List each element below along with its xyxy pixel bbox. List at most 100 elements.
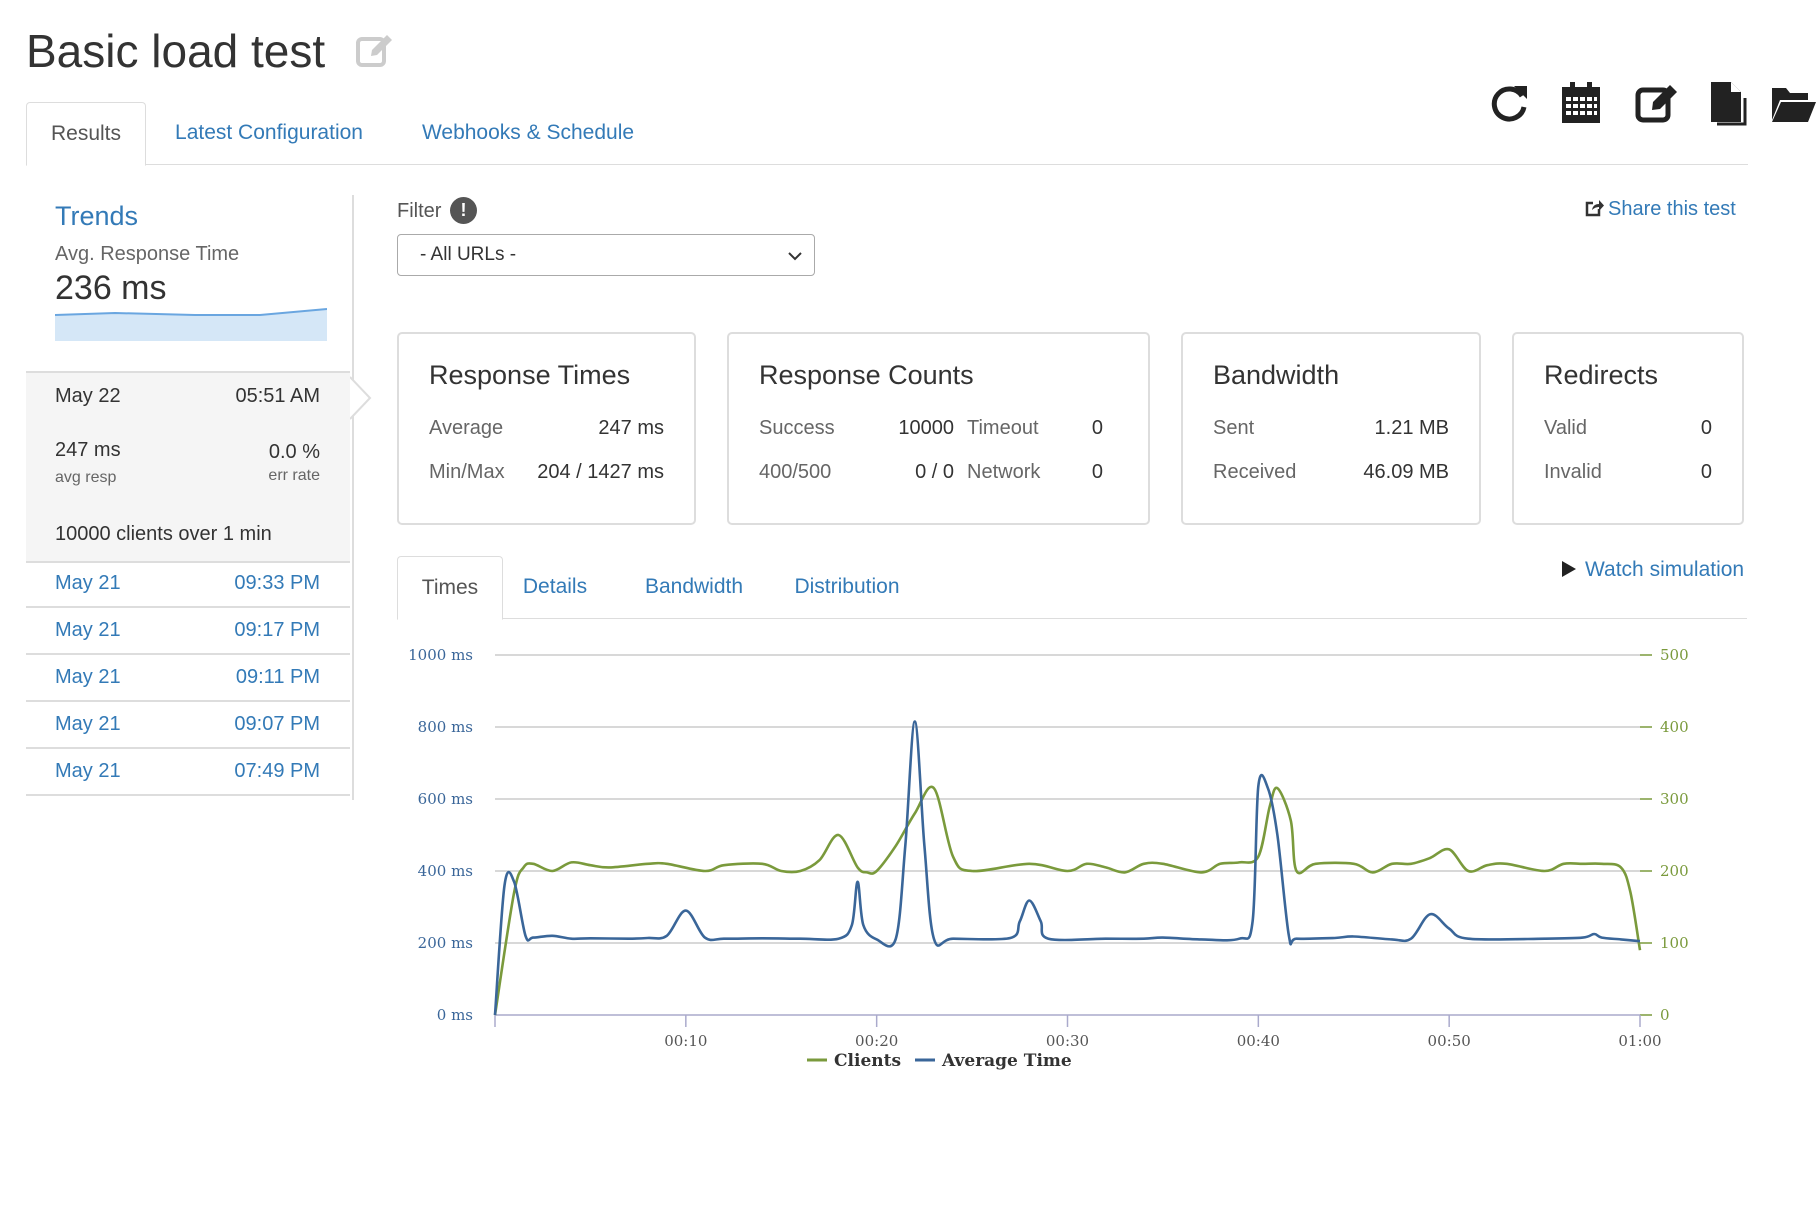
watch-simulation-link[interactable]: Watch simulation xyxy=(1561,558,1744,582)
run-time: 09:33 PM xyxy=(234,572,320,594)
share-test-label: Share this test xyxy=(1608,198,1736,220)
run-date: May 21 xyxy=(55,760,121,782)
selected-run-pointer xyxy=(350,376,372,420)
y-right-tick-label: 200 xyxy=(1660,862,1689,880)
success-value: 10000 xyxy=(898,417,954,439)
run-row[interactable]: May 21 07:49 PM xyxy=(26,749,350,796)
y-right-tick-label: 300 xyxy=(1660,790,1689,808)
timeout-value: 0 xyxy=(1091,417,1103,439)
filter-info-icon[interactable]: ! xyxy=(450,197,477,224)
avg-response-value: 236 ms xyxy=(55,269,167,307)
error-400-500-label: 400/500 xyxy=(759,461,832,483)
sent-label: Sent xyxy=(1213,417,1255,439)
avg-response-label: Avg. Response Time xyxy=(55,243,240,265)
card-title: Response Counts xyxy=(759,360,974,390)
tab-webhooks-schedule[interactable]: Webhooks & Schedule xyxy=(412,102,644,164)
main-tabs: Results Latest Configuration Webhooks & … xyxy=(26,102,1748,166)
response-counts-card: Response Counts Success 10000 Timeout 0 … xyxy=(727,332,1150,525)
tab-distribution[interactable]: Distribution xyxy=(787,556,907,618)
trend-sparkline xyxy=(55,308,327,341)
network-value: 0 xyxy=(1091,461,1103,483)
invalid-label: Invalid xyxy=(1544,461,1602,483)
average-value: 247 ms xyxy=(598,417,664,439)
run-time: 09:07 PM xyxy=(234,713,320,735)
timeout-label: Timeout xyxy=(967,417,1039,439)
selected-clients-summary: 10000 clients over 1 min xyxy=(55,523,272,545)
average-label: Average xyxy=(429,417,504,439)
trends-title[interactable]: Trends xyxy=(55,201,138,232)
success-label: Success xyxy=(759,417,835,439)
selected-avg-resp-value: 247 ms xyxy=(55,439,121,461)
selected-err-rate-label: err rate xyxy=(268,467,320,484)
error-400-500-value: 0 / 0 xyxy=(915,461,954,483)
card-title: Response Times xyxy=(429,360,631,390)
card-title: Bandwidth xyxy=(1213,360,1340,390)
selected-avg-resp-label: avg resp xyxy=(55,469,117,486)
tab-latest-configuration[interactable]: Latest Configuration xyxy=(166,102,372,164)
minmax-value: 204 / 1427 ms xyxy=(537,461,664,483)
y-left-tick-label: 800 ms xyxy=(418,718,473,736)
run-time: 07:49 PM xyxy=(234,760,320,782)
bandwidth-card: Bandwidth Sent 1.21 MB Received 46.09 MB xyxy=(1181,332,1481,525)
card-title: Redirects xyxy=(1544,360,1659,390)
run-date: May 21 xyxy=(55,619,121,641)
legend-label: Clients xyxy=(834,1051,901,1071)
tab-bandwidth[interactable]: Bandwidth xyxy=(639,556,749,618)
tab-results[interactable]: Results xyxy=(26,102,146,166)
run-date: May 21 xyxy=(55,666,121,688)
edit-title-icon[interactable] xyxy=(355,32,395,72)
chart-tabs: Times Details Bandwidth Distribution xyxy=(397,556,1747,620)
x-tick-label: 01:00 xyxy=(1618,1032,1661,1050)
selected-run-time: 05:51 AM xyxy=(235,385,320,407)
response-times-card: Response Times Average 247 ms Min/Max 20… xyxy=(397,332,696,525)
y-right-tick-label: 0 xyxy=(1660,1006,1670,1024)
play-icon xyxy=(1562,561,1576,577)
tab-details[interactable]: Details xyxy=(515,556,595,618)
url-filter-select[interactable]: - All URLs - xyxy=(397,234,815,276)
url-filter-value: - All URLs - xyxy=(420,244,517,265)
valid-label: Valid xyxy=(1544,417,1587,439)
y-left-tick-label: 0 ms xyxy=(437,1006,473,1024)
y-right-tick-label: 100 xyxy=(1660,934,1689,952)
run-row[interactable]: May 21 09:07 PM xyxy=(26,702,350,749)
y-right-tick-label: 500 xyxy=(1660,646,1689,664)
legend-label: Average Time xyxy=(941,1051,1072,1071)
chevron-down-icon xyxy=(788,252,802,261)
watch-simulation-label: Watch simulation xyxy=(1585,558,1745,581)
page-title: Basic load test xyxy=(26,25,326,77)
invalid-value: 0 xyxy=(1700,461,1712,483)
trends-panel: Trends Avg. Response Time 236 ms May 22 … xyxy=(26,195,372,800)
selected-err-rate-value: 0.0 % xyxy=(268,441,320,463)
received-value: 46.09 MB xyxy=(1363,461,1449,483)
y-left-tick-label: 1000 ms xyxy=(408,646,473,664)
x-tick-label: 00:10 xyxy=(664,1032,707,1050)
run-date: May 21 xyxy=(55,572,121,594)
selected-run[interactable]: May 22 05:51 AM 247 ms avg resp 0.0 % er… xyxy=(26,371,350,563)
tab-times[interactable]: Times xyxy=(397,556,503,620)
y-right-tick-label: 400 xyxy=(1660,718,1689,736)
received-label: Received xyxy=(1213,461,1297,483)
x-tick-label: 00:40 xyxy=(1237,1032,1280,1050)
series-line-average-time xyxy=(493,720,1641,1016)
run-row[interactable]: May 21 09:11 PM xyxy=(26,655,350,702)
minmax-label: Min/Max xyxy=(429,461,505,483)
redirects-card: Redirects Valid 0 Invalid 0 xyxy=(1512,332,1744,525)
share-icon xyxy=(1585,200,1604,217)
share-test-link[interactable]: Share this test xyxy=(1584,198,1736,221)
response-times-chart: 0 ms 0 200 ms 100 400 ms 200 600 ms 300 800 ms 40… xyxy=(408,646,1689,1071)
filter-label: Filter xyxy=(397,200,442,222)
x-tick-label: 00:20 xyxy=(855,1032,898,1050)
series-line-clients xyxy=(493,785,1642,1016)
selected-run-date: May 22 xyxy=(55,385,121,407)
network-label: Network xyxy=(967,461,1041,483)
y-left-tick-label: 200 ms xyxy=(418,934,473,952)
run-time: 09:11 PM xyxy=(235,666,320,688)
run-date: May 21 xyxy=(55,713,121,735)
x-tick-label: 00:50 xyxy=(1428,1032,1471,1050)
folder-open-icon[interactable] xyxy=(1770,80,1816,126)
valid-value: 0 xyxy=(1700,417,1712,439)
run-row[interactable]: May 21 09:33 PM xyxy=(26,561,350,608)
run-row[interactable]: May 21 09:17 PM xyxy=(26,608,350,655)
y-left-tick-label: 600 ms xyxy=(418,790,473,808)
run-time: 09:17 PM xyxy=(234,619,320,641)
